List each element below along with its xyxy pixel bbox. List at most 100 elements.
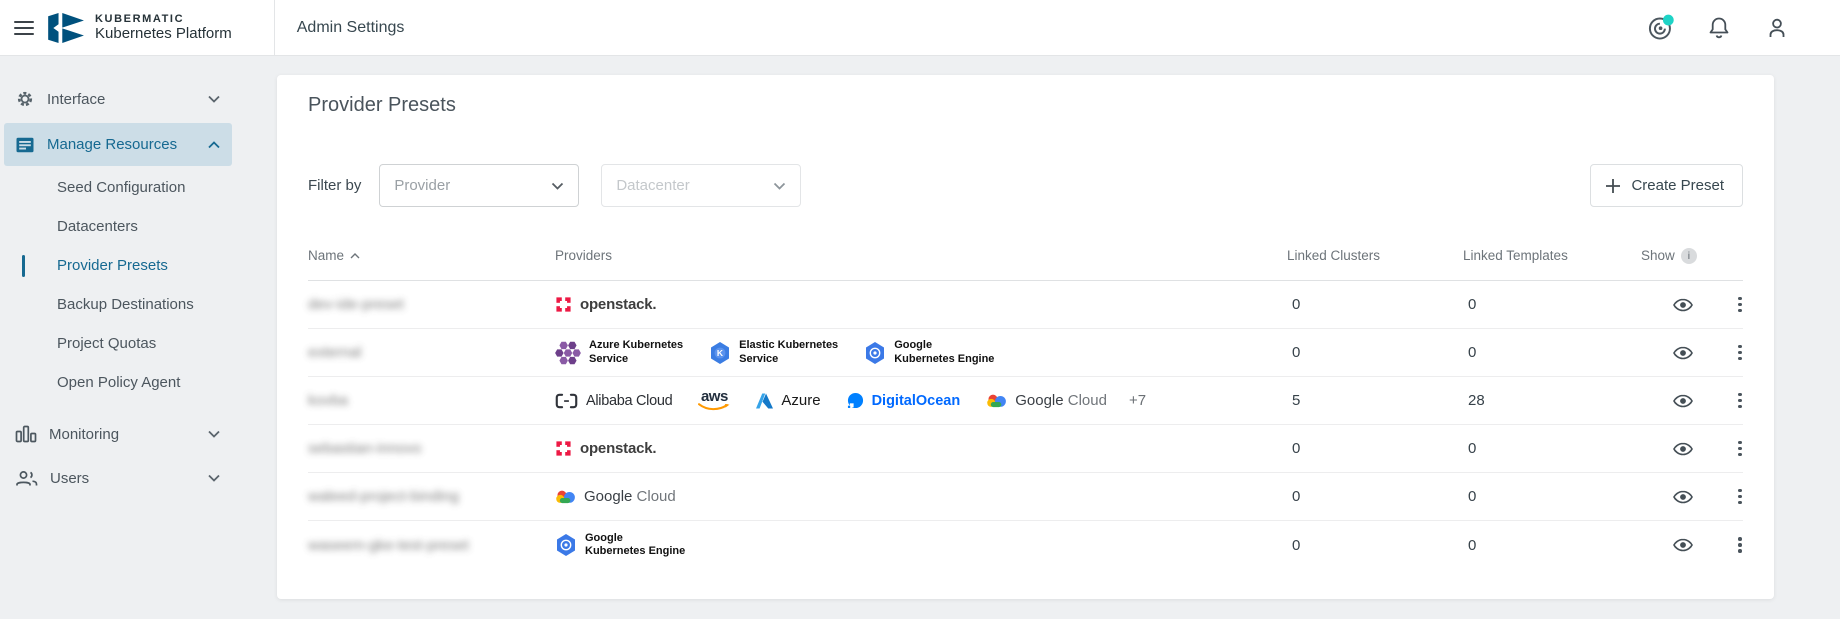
provider-google-cloud: Google Cloud — [986, 392, 1107, 409]
menu-toggle-icon[interactable] — [14, 21, 34, 35]
sort-asc-icon — [350, 253, 360, 259]
svg-text:K: K — [717, 348, 724, 358]
linked-templates-count: 0 — [1463, 296, 1641, 313]
table-row: sebastian-innovo openstack. 0 0 — [308, 425, 1743, 473]
create-preset-label: Create Preset — [1631, 177, 1724, 194]
notification-badge — [1663, 14, 1674, 25]
bar-chart-icon — [15, 424, 37, 444]
row-menu-icon[interactable] — [1725, 434, 1755, 464]
row-menu-icon[interactable] — [1725, 290, 1755, 320]
preset-name: dev-ide-preset — [308, 296, 404, 313]
sidebar-item-monitoring[interactable]: Monitoring — [4, 416, 232, 452]
provider-presets-card: Provider Presets Filter by Provider Data… — [277, 75, 1774, 599]
linked-templates-count: 0 — [1463, 440, 1641, 457]
providers-overflow-count[interactable]: +7 — [1129, 392, 1146, 409]
sidebar: Interface Manage Resources Seed Configur… — [0, 57, 236, 619]
linked-templates-count: 0 — [1463, 488, 1641, 505]
provider-alibaba: Alibaba Cloud — [555, 393, 672, 409]
sidebar-subitem-provider-presets[interactable]: Provider Presets — [0, 246, 236, 285]
alibaba-cloud-icon — [555, 393, 578, 409]
sidebar-item-label: Monitoring — [49, 426, 119, 443]
kubermatic-logo-icon — [48, 12, 86, 44]
azure-icon — [756, 393, 773, 409]
table-row: waseem-gke-test-preset Google Kubernetes… — [308, 521, 1743, 569]
page-title: Admin Settings — [297, 19, 405, 37]
datacenter-filter-placeholder: Datacenter — [616, 177, 689, 194]
provider-gke: Google Kubernetes Engine — [555, 532, 685, 558]
show-values-eye-icon[interactable] — [1668, 290, 1698, 320]
brand-line1: KUBERMATIC — [95, 13, 232, 26]
create-preset-button[interactable]: Create Preset — [1590, 164, 1743, 207]
show-values-eye-icon[interactable] — [1668, 482, 1698, 512]
linked-templates-count: 0 — [1463, 344, 1641, 361]
google-cloud-icon — [986, 392, 1007, 409]
sidebar-item-label: Interface — [47, 91, 105, 108]
sidebar-subitem-project-quotas[interactable]: Project Quotas — [0, 324, 236, 363]
row-menu-icon[interactable] — [1725, 338, 1755, 368]
linked-clusters-count: 0 — [1287, 440, 1463, 457]
chevron-down-icon — [551, 182, 564, 190]
gke-icon — [864, 341, 886, 365]
presets-table: Name Providers Linked Clusters Linked Te… — [308, 231, 1743, 569]
provider-azure: Azure — [756, 392, 820, 409]
provider-filter-select[interactable]: Provider — [379, 164, 579, 207]
gear-icon — [15, 89, 35, 109]
linked-clusters-count: 0 — [1287, 488, 1463, 505]
eks-icon: K — [709, 341, 731, 365]
preset-name: external — [308, 344, 361, 361]
sidebar-item-interface[interactable]: Interface — [4, 81, 232, 117]
linked-templates-count: 28 — [1463, 392, 1641, 409]
sidebar-item-manage-resources[interactable]: Manage Resources — [4, 123, 232, 166]
linked-clusters-count: 0 — [1287, 296, 1463, 313]
table-row: kovba Alibaba Cloud aws — [308, 377, 1743, 425]
table-row: waleed-project-binding Google Cloud 0 — [308, 473, 1743, 521]
table-header-row: Name Providers Linked Clusters Linked Te… — [308, 231, 1743, 281]
row-menu-icon[interactable] — [1725, 386, 1755, 416]
linked-clusters-count: 5 — [1287, 392, 1463, 409]
column-header-name[interactable]: Name — [308, 248, 555, 263]
show-values-eye-icon[interactable] — [1668, 434, 1698, 464]
sidebar-item-users[interactable]: Users — [4, 460, 232, 496]
show-values-eye-icon[interactable] — [1668, 338, 1698, 368]
linked-clusters-count: 0 — [1287, 537, 1463, 554]
brand-text: KUBERMATIC Kubernetes Platform — [95, 13, 232, 43]
chevron-down-icon — [208, 430, 220, 438]
column-header-linked-clusters: Linked Clusters — [1287, 248, 1463, 263]
datacenter-filter-select[interactable]: Datacenter — [601, 164, 801, 207]
sidebar-subitem-datacenters[interactable]: Datacenters — [0, 207, 236, 246]
provider-openstack: openstack. — [555, 296, 656, 313]
sidebar-subitem-open-policy-agent[interactable]: Open Policy Agent — [0, 363, 236, 402]
preset-name: waleed-project-binding — [308, 488, 459, 505]
row-menu-icon[interactable] — [1725, 530, 1755, 560]
provider-eks: K Elastic Kubernetes Service — [709, 339, 838, 365]
user-account-icon[interactable] — [1762, 13, 1792, 43]
brand-line2: Kubernetes Platform — [95, 25, 232, 42]
manage-resources-submenu: Seed Configuration Datacenters Provider … — [0, 168, 236, 402]
show-values-eye-icon[interactable] — [1668, 386, 1698, 416]
sidebar-subitem-backup-destinations[interactable]: Backup Destinations — [0, 285, 236, 324]
preset-name: sebastian-innovo — [308, 440, 421, 457]
sidebar-subitem-seed-configuration[interactable]: Seed Configuration — [0, 168, 236, 207]
row-menu-icon[interactable] — [1725, 482, 1755, 512]
chevron-down-icon — [208, 95, 220, 103]
preset-name: kovba — [308, 392, 348, 409]
provider-filter-placeholder: Provider — [394, 177, 450, 194]
chevron-up-icon — [208, 141, 220, 149]
sidebar-item-label: Users — [50, 470, 89, 487]
provider-openstack: openstack. — [555, 440, 656, 457]
chevron-down-icon — [773, 182, 786, 190]
column-header-show: Show i — [1641, 248, 1725, 264]
help-chat-icon[interactable] — [1646, 13, 1676, 43]
sidebar-item-label: Manage Resources — [47, 136, 177, 153]
column-header-providers: Providers — [555, 248, 1287, 263]
provider-gke: Google Kubernetes Engine — [864, 339, 994, 365]
notifications-bell-icon[interactable] — [1704, 13, 1734, 43]
provider-aws: aws — [698, 390, 730, 411]
openstack-icon — [555, 296, 572, 313]
show-values-eye-icon[interactable] — [1668, 530, 1698, 560]
info-icon[interactable]: i — [1681, 248, 1697, 264]
resources-list-icon — [15, 135, 35, 155]
provider-digitalocean: DigitalOcean — [847, 392, 961, 409]
linked-clusters-count: 0 — [1287, 344, 1463, 361]
card-title: Provider Presets — [277, 75, 1774, 117]
